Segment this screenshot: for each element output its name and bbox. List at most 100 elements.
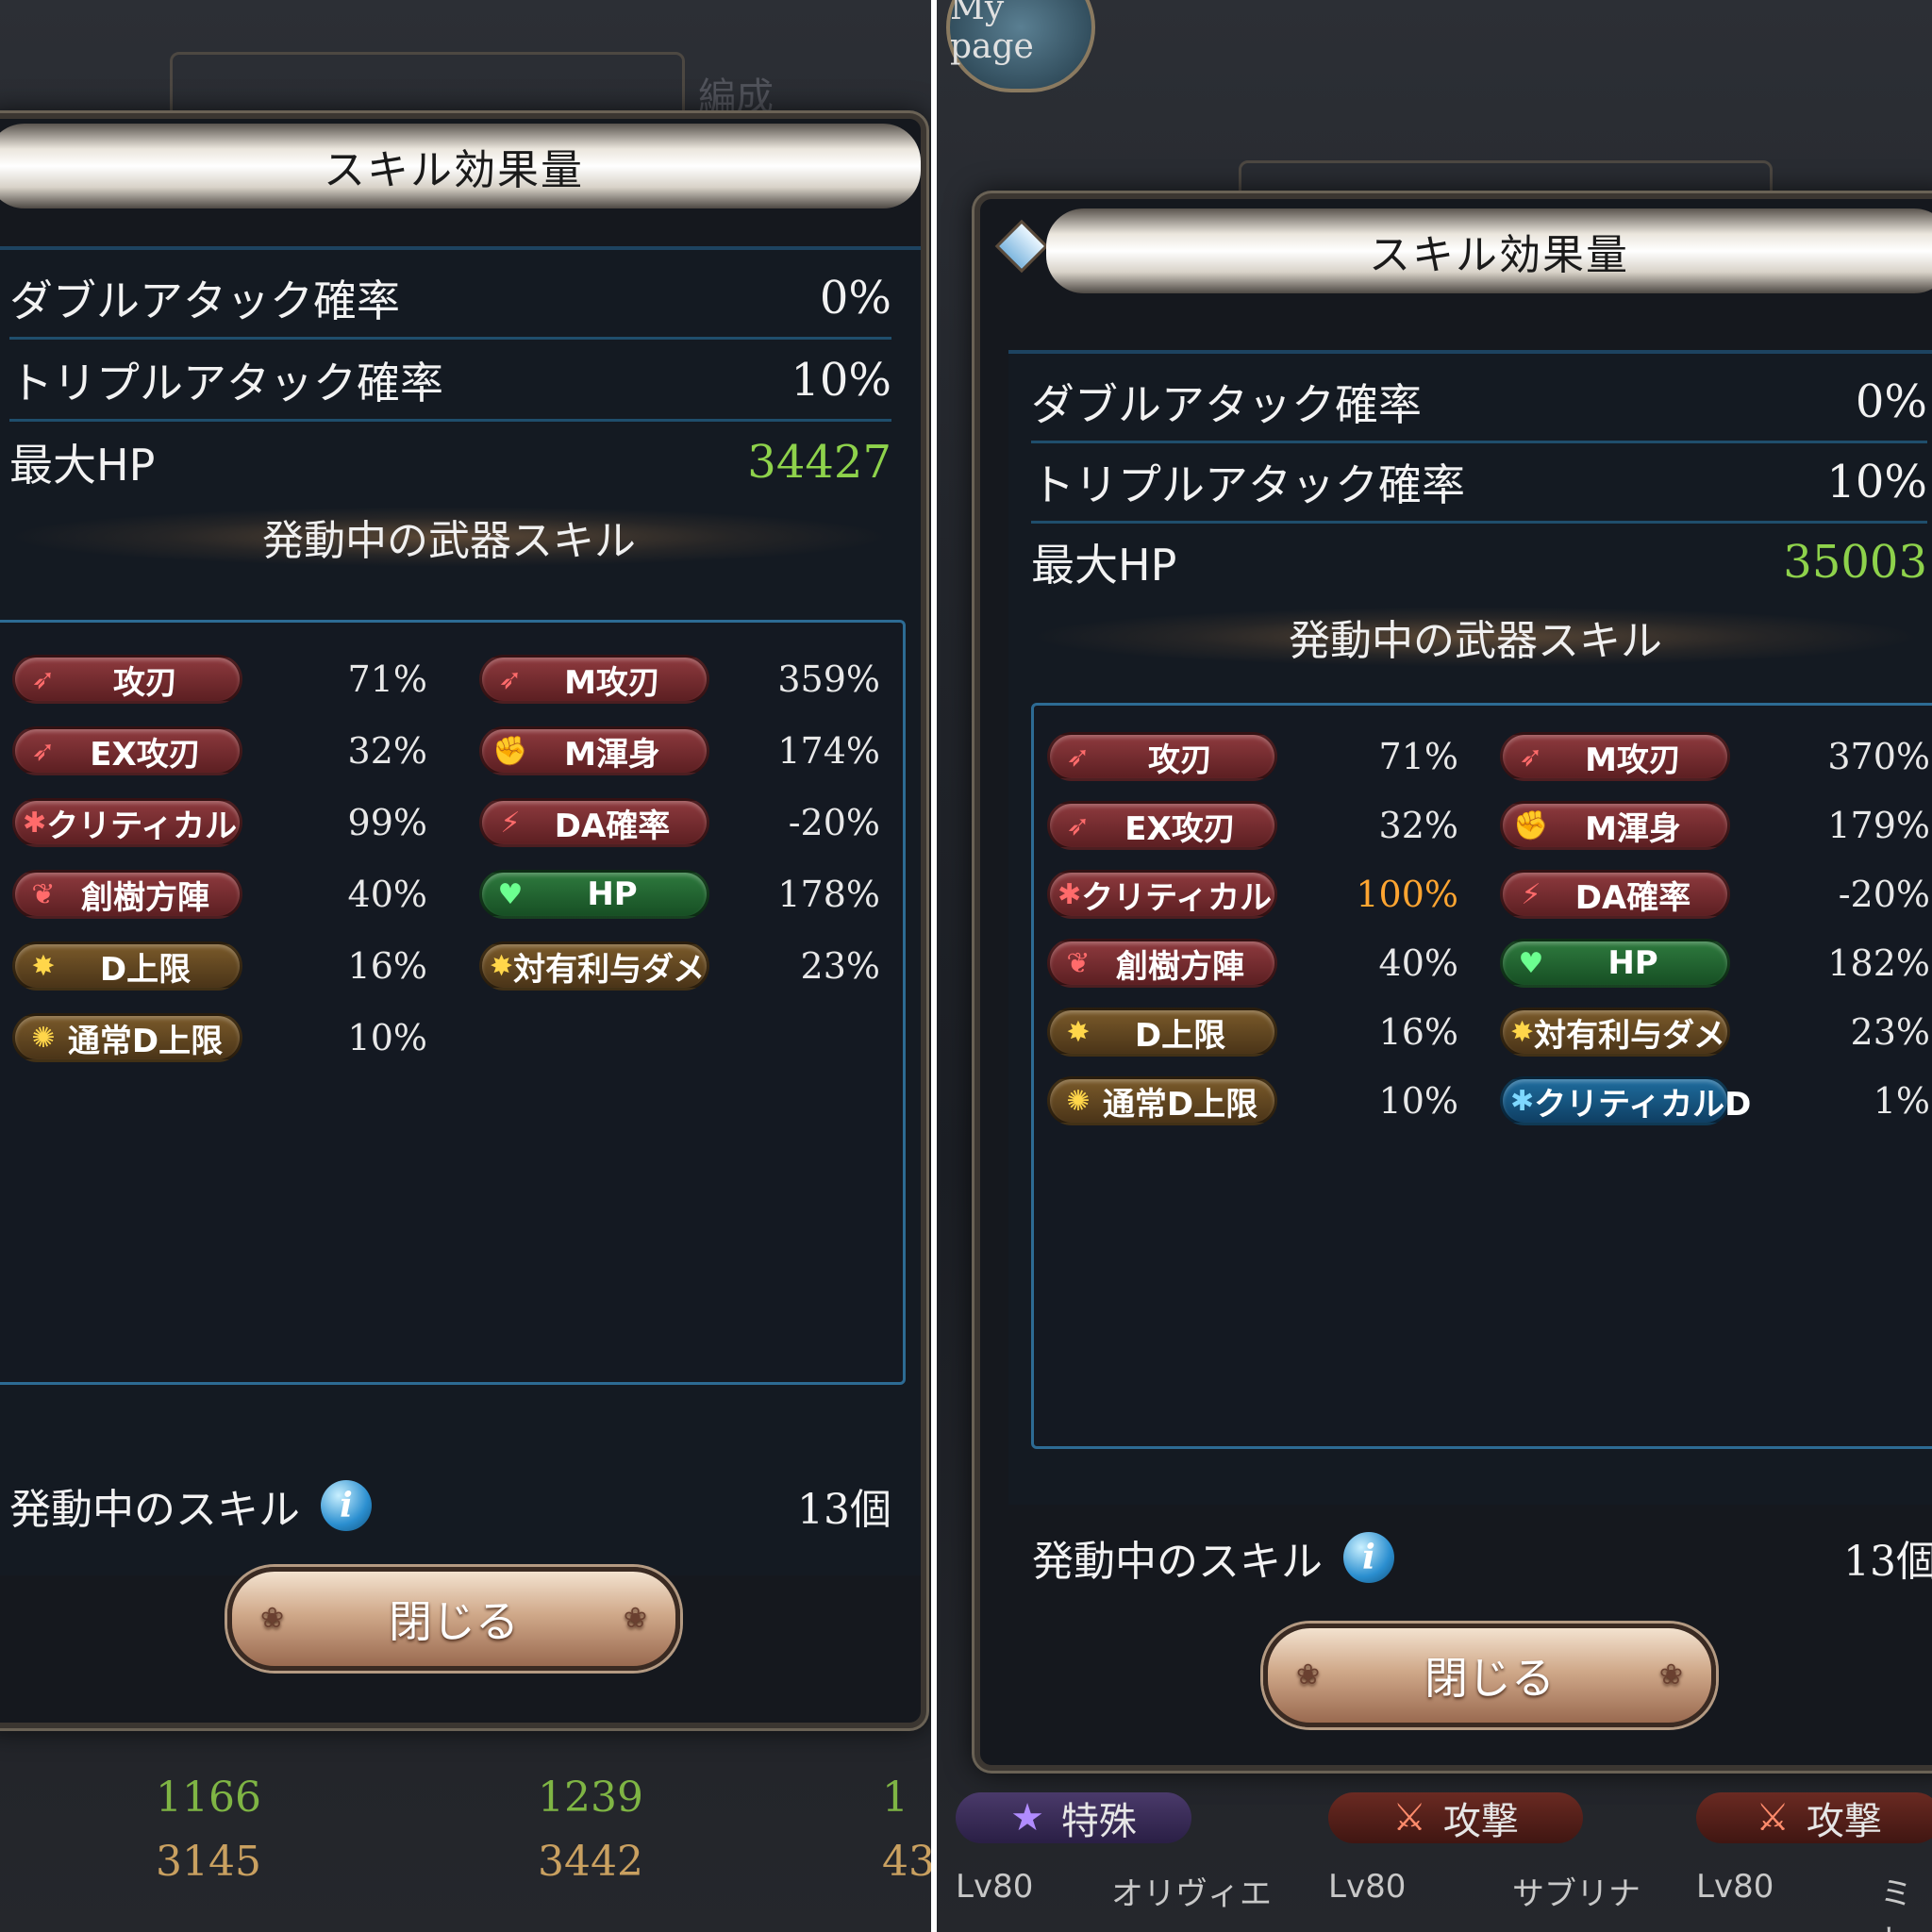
- active-skill-label: 発動中のスキル: [1032, 1538, 1323, 1586]
- skill-pill: ♥ HP: [479, 870, 709, 919]
- stat-label: トリプルアタック確率: [9, 358, 443, 408]
- skill-value: 71%: [347, 658, 427, 700]
- skill-value: 10%: [347, 1017, 427, 1058]
- heart-icon: ♥: [1518, 946, 1544, 980]
- ornament-icon: ❀: [1296, 1658, 1321, 1691]
- skill-value: 23%: [800, 945, 880, 987]
- active-skill-count-row: 発動中のスキル i 13個: [1032, 1520, 1932, 1595]
- skill-pill: ✱ クリティカル: [1047, 870, 1277, 919]
- skill-value: 16%: [1378, 1011, 1458, 1053]
- stat-value: 0%: [1855, 375, 1927, 428]
- close-button-label: 閉じる: [389, 1596, 519, 1647]
- sword-icon: ➶: [1066, 808, 1091, 842]
- skill-pill: ➶ 攻刃: [1047, 732, 1277, 781]
- right-screenshot: My page スキル効果量 ダブルアタック確率 0% トリプルアタック確率 1…: [937, 0, 1932, 1932]
- damage-cap-icon: ✸: [31, 949, 56, 983]
- party-stat-atk: 3442: [538, 1838, 643, 1886]
- stat-label: 最大HP: [1031, 540, 1177, 591]
- party-stat-atk: 43: [882, 1838, 931, 1886]
- skill-value: 40%: [347, 874, 427, 915]
- skill-pill: ➶ EX攻刃: [12, 726, 242, 775]
- close-button[interactable]: ❀ 閉じる ❀: [1263, 1624, 1716, 1727]
- weapon-skill-panel: ➶ 攻刃 71% ➶ EX攻刃 32% ✱ クリティカル 99% ❦ 創樹方陣 40% …: [0, 620, 906, 1385]
- crossed-swords-icon: ⚔: [1392, 1796, 1426, 1840]
- damage-cap-icon: ✸: [490, 949, 514, 983]
- arm-icon: ✊: [1513, 808, 1549, 842]
- double-slash-icon: ⚡: [500, 806, 521, 840]
- info-icon[interactable]: i: [321, 1480, 372, 1531]
- skill-value: 32%: [1378, 805, 1458, 846]
- skill-pill: ⚡ DA確率: [1500, 870, 1730, 919]
- stat-label: ダブルアタック確率: [1031, 379, 1422, 430]
- character-name: サブリナ: [1512, 1875, 1641, 1913]
- skill-value: -20%: [788, 802, 880, 843]
- stat-value: 10%: [1826, 456, 1927, 508]
- skill-value: 40%: [1378, 942, 1458, 984]
- character-type-tag: ★ 特殊: [956, 1792, 1191, 1843]
- party-stat-atk: 3145: [156, 1838, 261, 1886]
- double-slash-icon: ⚡: [1521, 877, 1541, 911]
- skill-value: -20%: [1838, 874, 1930, 915]
- stat-row-max-hp: 最大HP 35003: [1031, 524, 1927, 601]
- skill-pill: ⚡ DA確率: [479, 798, 709, 847]
- sword-icon: ➶: [498, 662, 523, 696]
- damage-cap-icon: ✸: [1510, 1015, 1535, 1049]
- skill-pill: ✊ M渾身: [479, 726, 709, 775]
- skill-pill: ❦ 創樹方陣: [12, 870, 242, 919]
- active-skill-label: 発動中のスキル: [9, 1486, 300, 1534]
- skill-value: 179%: [1827, 805, 1930, 846]
- character-type-tag: ⚔ 攻撃: [1328, 1792, 1583, 1843]
- dialog-title: スキル効果量: [0, 124, 921, 208]
- active-skill-count: 13個: [797, 1486, 891, 1534]
- burst-icon: ✱: [23, 806, 47, 840]
- damage-cap-icon: ✸: [1066, 1015, 1091, 1049]
- skill-dialog: スキル効果量 ダブルアタック確率 0% トリプルアタック確率 10% 最大HP …: [974, 193, 1932, 1771]
- active-skill-count: 13個: [1843, 1538, 1932, 1586]
- ornament-icon: ❀: [623, 1602, 647, 1635]
- sun-burst-icon: ✺: [31, 1021, 56, 1055]
- stat-value: 0%: [819, 272, 891, 325]
- skill-pill: ✱ クリティカル: [12, 798, 242, 847]
- skill-pill: ➶ EX攻刃: [1047, 801, 1277, 850]
- skill-dialog: スキル効果量 ダブルアタック確率 0% トリプルアタック確率 10% 最大HP …: [0, 113, 926, 1728]
- party-stat-hp: 1: [882, 1774, 908, 1822]
- skill-pill: ✊ M渾身: [1500, 801, 1730, 850]
- skill-pill: ✱ クリティカルD: [1500, 1076, 1751, 1125]
- stat-label: トリプルアタック確率: [1031, 459, 1465, 510]
- sword-icon: ➶: [31, 734, 56, 768]
- left-screenshot: 編成 スキル効果量 ダブルアタック確率 0% トリプルアタック確率 10% 最大…: [0, 0, 931, 1932]
- ornament-icon: ❀: [260, 1602, 285, 1635]
- burst-icon: ✱: [1510, 1084, 1535, 1118]
- star-icon: ★: [1010, 1796, 1044, 1840]
- skill-pill: ✸ 対有利与ダメ: [1500, 1008, 1730, 1057]
- sword-icon: ➶: [31, 662, 56, 696]
- skill-pill: ✺ 通常D上限: [12, 1013, 242, 1062]
- skill-value: 99%: [347, 802, 427, 843]
- diamond-icon: [994, 219, 1049, 274]
- stat-row-double-attack: ダブルアタック確率 0%: [9, 259, 891, 340]
- skill-value: 174%: [777, 730, 880, 772]
- character-name: オリヴィエ: [1111, 1875, 1272, 1913]
- character-type-tag: ⚔ 攻撃: [1696, 1792, 1932, 1843]
- mypage-button[interactable]: My page: [946, 0, 1095, 92]
- stat-label: ダブルアタック確率: [9, 275, 400, 326]
- skill-pill: ➶ M攻刃: [479, 655, 709, 704]
- skill-pill: ❦ 創樹方陣: [1047, 939, 1277, 988]
- stat-value: 10%: [791, 354, 891, 407]
- info-icon[interactable]: i: [1343, 1532, 1394, 1583]
- leaf-icon: ❦: [1066, 946, 1091, 980]
- character-level: Lv80: [1696, 1868, 1774, 1906]
- skill-value: 10%: [1378, 1080, 1458, 1122]
- dialog-body: ダブルアタック確率 0% トリプルアタック確率 10% 最大HP 35003 発…: [1008, 350, 1932, 1505]
- skill-pill: ✺ 通常D上限: [1047, 1076, 1277, 1125]
- skill-value-highlighted: 100%: [1356, 874, 1458, 915]
- ornament-icon: ❀: [1658, 1658, 1683, 1691]
- close-button[interactable]: ❀ 閉じる ❀: [227, 1567, 680, 1671]
- character-name: ミレ: [1880, 1875, 1912, 1932]
- stat-row-max-hp: 最大HP 34427: [9, 424, 891, 501]
- sword-icon: ➶: [1066, 740, 1091, 774]
- stat-row-triple-attack: トリプルアタック確率 10%: [1031, 443, 1927, 524]
- section-title-weapon-skills: 発動中の武器スキル: [1027, 607, 1924, 667]
- dialog-body: ダブルアタック確率 0% トリプルアタック確率 10% 最大HP 34427 発…: [0, 246, 921, 1575]
- stat-row-triple-attack: トリプルアタック確率 10%: [9, 341, 891, 422]
